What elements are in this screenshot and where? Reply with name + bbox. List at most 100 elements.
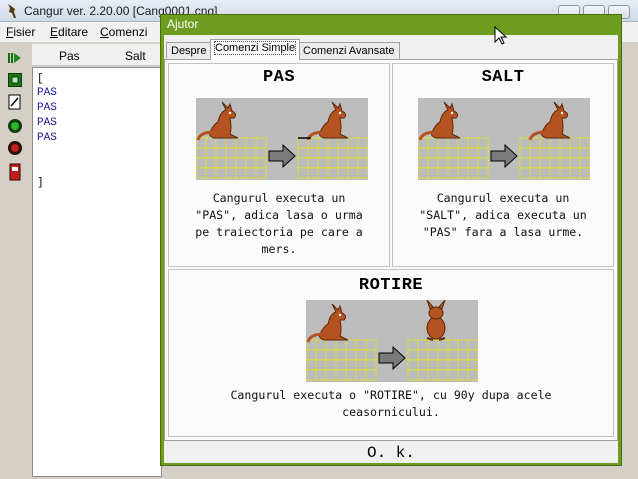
grid-cell bbox=[539, 167, 551, 179]
grid-cell bbox=[559, 167, 571, 179]
card-pas-desc-line: mers. bbox=[261, 242, 297, 256]
card-salt-title: SALT bbox=[481, 68, 525, 87]
grid-cell bbox=[315, 369, 327, 381]
grid-cell bbox=[335, 349, 347, 361]
exit-button[interactable] bbox=[5, 162, 25, 182]
grid-cell bbox=[467, 137, 479, 149]
grid-cell bbox=[437, 359, 449, 371]
grid-cell bbox=[245, 167, 257, 179]
grid-cell bbox=[225, 157, 237, 169]
grid-cell bbox=[447, 359, 459, 371]
grid-cell bbox=[297, 147, 309, 159]
grid-cell bbox=[317, 147, 329, 159]
grid-cell bbox=[467, 349, 478, 361]
kangaroo-eye bbox=[450, 111, 454, 115]
program-editor[interactable]: [ PAS PAS PAS PAS ] bbox=[32, 67, 162, 477]
column-headers: Pas Salt bbox=[32, 44, 162, 66]
grid-cell bbox=[437, 369, 449, 381]
salt-illustration bbox=[418, 98, 590, 180]
pause-button[interactable] bbox=[5, 138, 25, 158]
grid-cell bbox=[559, 137, 571, 149]
grid-cell bbox=[457, 369, 469, 381]
left-toolbar bbox=[2, 44, 28, 478]
grid-cell bbox=[437, 147, 449, 159]
run-button[interactable] bbox=[5, 48, 25, 68]
grid-cell bbox=[477, 167, 489, 179]
grid-cell bbox=[325, 339, 337, 351]
grid-cell bbox=[539, 147, 551, 159]
grid-cell bbox=[196, 167, 207, 179]
grid-cell bbox=[447, 147, 459, 159]
grid-cell bbox=[327, 147, 339, 159]
tab-comenzi-avansate[interactable]: Comenzi Avansate bbox=[298, 42, 400, 60]
menu-fisier[interactable]: Fisier bbox=[6, 25, 35, 39]
grid-cell bbox=[225, 137, 237, 149]
kangaroo-eye bbox=[338, 111, 342, 115]
tab-despre-label: Despre bbox=[171, 45, 207, 57]
menu-comenzi[interactable]: Comenzi bbox=[100, 25, 147, 39]
grid-cell bbox=[335, 369, 347, 381]
tab-comenzi-simple[interactable]: Comenzi Simple bbox=[210, 39, 301, 60]
door-icon bbox=[9, 163, 21, 181]
card-pas-desc-line: pe traiectoria pe care a bbox=[195, 225, 363, 239]
grid-cell bbox=[519, 147, 531, 159]
grid-cell bbox=[549, 167, 561, 179]
grid-cell bbox=[559, 157, 571, 169]
grid-cell bbox=[579, 137, 590, 149]
card-pas: PAS Cangurul executa un "PAS", adica las… bbox=[168, 63, 390, 267]
card-salt-description: Cangurul executa un "SALT", adica execut… bbox=[397, 190, 609, 241]
grid-cell bbox=[467, 339, 478, 351]
grid-cell bbox=[457, 157, 469, 169]
grid-cell bbox=[325, 349, 337, 361]
grid-cell bbox=[569, 157, 581, 169]
grid-cell bbox=[365, 349, 377, 361]
grid-cell bbox=[477, 147, 489, 159]
grid-cell bbox=[245, 157, 257, 169]
menu-editare[interactable]: Editare bbox=[50, 25, 88, 39]
grid-cell bbox=[457, 137, 469, 149]
grid-cell bbox=[407, 369, 419, 381]
grid-cell bbox=[529, 167, 541, 179]
grid-cell bbox=[417, 349, 429, 361]
column-salt[interactable]: Salt bbox=[125, 49, 146, 63]
grid-cell bbox=[315, 359, 327, 371]
grid-cell bbox=[549, 147, 561, 159]
grid-cell bbox=[457, 167, 469, 179]
grid-cell bbox=[215, 167, 227, 179]
grid-cell bbox=[327, 167, 339, 179]
grid-cell bbox=[345, 369, 357, 381]
step-button[interactable] bbox=[5, 116, 25, 136]
grid-cell bbox=[529, 157, 541, 169]
grid-cell bbox=[447, 339, 459, 351]
ok-bar: O. k. bbox=[164, 443, 618, 463]
grid-cell bbox=[365, 359, 377, 371]
grid-cell bbox=[417, 359, 429, 371]
card-pas-desc-line: Cangurul executa un bbox=[212, 191, 346, 205]
grid-cell bbox=[427, 167, 439, 179]
stop-button[interactable] bbox=[5, 70, 25, 90]
column-pas[interactable]: Pas bbox=[59, 49, 80, 63]
grid-cell bbox=[315, 339, 327, 351]
kangaroo-eye bbox=[560, 111, 564, 115]
edit-button[interactable] bbox=[5, 92, 25, 112]
grid-cell bbox=[347, 147, 359, 159]
grid-cell bbox=[457, 349, 469, 361]
grid-cell bbox=[357, 167, 368, 179]
card-pas-desc-line: "PAS", adica lasa o urma bbox=[195, 208, 363, 222]
kangaroo-body bbox=[426, 316, 446, 340]
grid-cell bbox=[306, 349, 317, 361]
ok-button[interactable]: O. k. bbox=[164, 443, 618, 463]
grid-cell bbox=[205, 147, 217, 159]
dialog-body: Despre Comenzi Simple Comenzi Avansate P… bbox=[164, 35, 618, 463]
grid-cell bbox=[447, 137, 459, 149]
grid-cell bbox=[549, 157, 561, 169]
grid-cell bbox=[325, 369, 337, 381]
grid-cell bbox=[345, 339, 357, 351]
dialog-title: Ajutor bbox=[167, 17, 199, 31]
grid-cell bbox=[337, 137, 349, 149]
grid-cell bbox=[407, 339, 419, 351]
tab-despre[interactable]: Despre bbox=[166, 42, 212, 60]
card-pas-description: Cangurul executa un "PAS", adica lasa o … bbox=[173, 190, 385, 258]
grid-cell bbox=[569, 147, 581, 159]
stop-icon bbox=[8, 73, 22, 87]
